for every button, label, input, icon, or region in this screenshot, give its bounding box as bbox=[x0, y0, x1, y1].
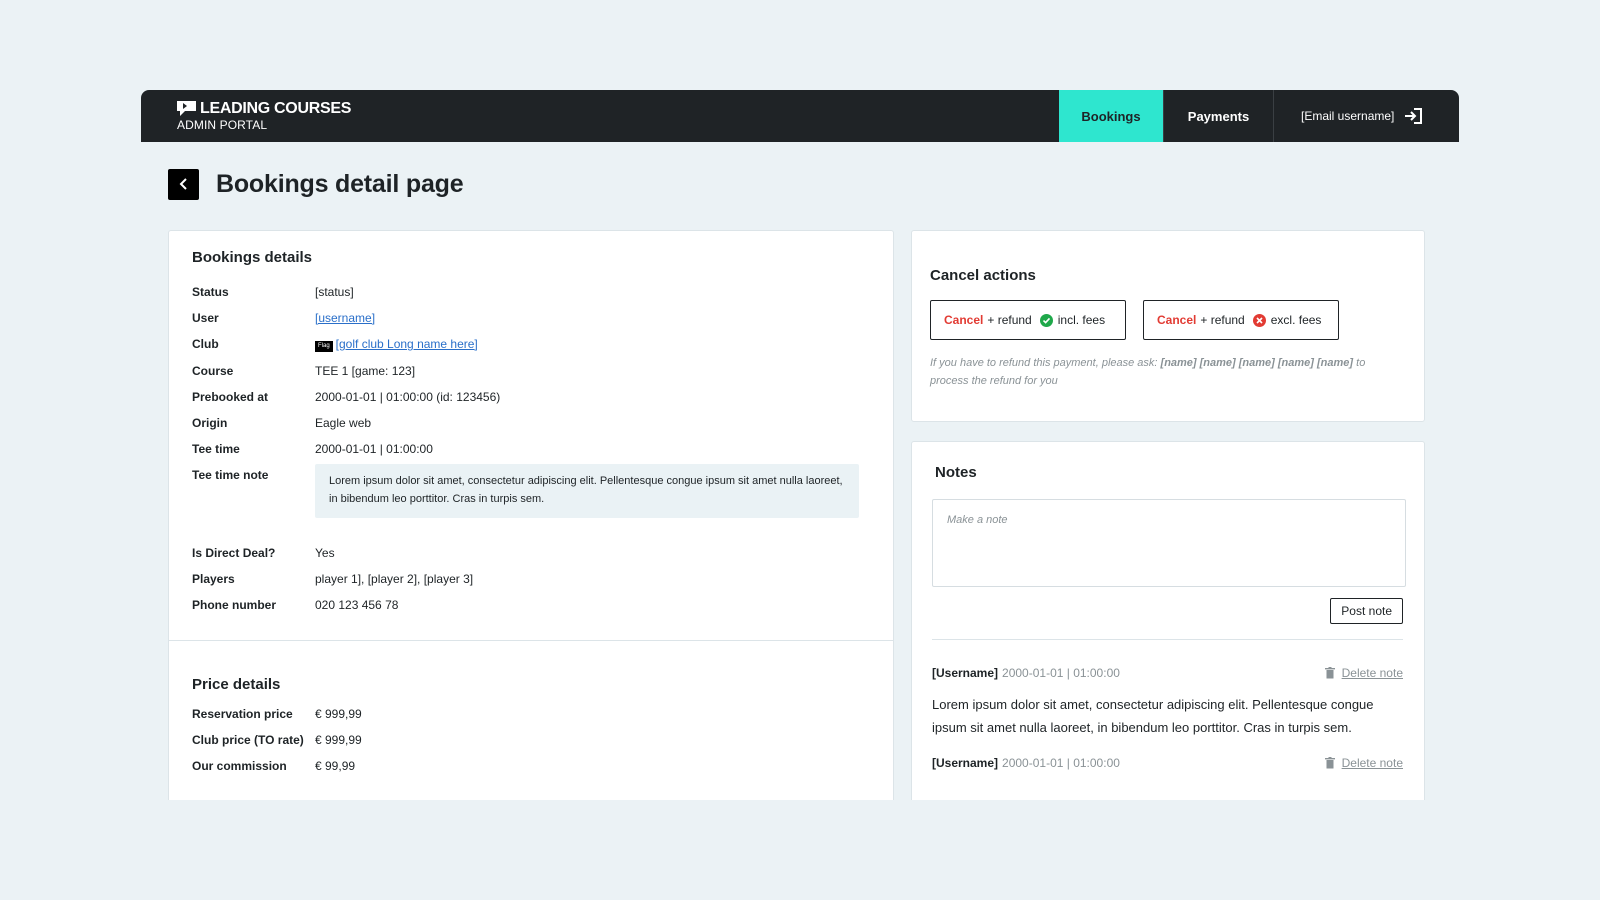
delete-note-label: Delete note bbox=[1341, 756, 1403, 770]
refund-word: + refund bbox=[987, 313, 1032, 327]
cancel-word: Cancel bbox=[1157, 313, 1197, 327]
note-item: [Username] 2000-01-01 | 01:00:00 Delete … bbox=[932, 756, 1403, 770]
cancel-actions-title: Cancel actions bbox=[930, 267, 1036, 284]
commission-value: € 99,99 bbox=[315, 759, 356, 773]
commission-label: Our commission bbox=[192, 759, 287, 773]
page-header: Bookings detail page bbox=[168, 168, 1459, 200]
delete-note-button[interactable]: Delete note bbox=[1324, 756, 1403, 770]
direct-deal-row: Is Direct Deal? Yes bbox=[192, 546, 870, 560]
note-author: [Username] bbox=[932, 756, 999, 770]
tee-note-box: Lorem ipsum dolor sit amet, consectetur … bbox=[315, 464, 859, 518]
cancel-refund-excl-fees-button[interactable]: Cancel + refund excl. fees bbox=[1143, 300, 1339, 340]
phone-row: Phone number 020 123 456 78 bbox=[192, 598, 870, 612]
fees-label: incl. fees bbox=[1057, 313, 1106, 327]
refund-hint: If you have to refund this payment, plea… bbox=[930, 354, 1406, 390]
tee-note-label: Tee time note bbox=[192, 468, 269, 482]
flag-logo-icon bbox=[177, 101, 196, 116]
note-body: Lorem ipsum dolor sit amet, consectetur … bbox=[932, 697, 1374, 735]
cancel-word: Cancel bbox=[944, 313, 984, 327]
top-navbar: LEADING COURSES ADMIN PORTAL Bookings Pa… bbox=[141, 90, 1459, 142]
reservation-price-row: Reservation price € 999,99 bbox=[192, 707, 870, 721]
price-details-title: Price details bbox=[192, 676, 281, 693]
phone-label: Phone number bbox=[192, 598, 277, 612]
prebooked-row: Prebooked at 2000-01-01 | 01:00:00 (id: … bbox=[192, 390, 870, 404]
status-label: Status bbox=[192, 285, 229, 299]
chevron-left-icon bbox=[179, 178, 187, 190]
check-circle-icon bbox=[1039, 313, 1053, 327]
tee-time-row: Tee time 2000-01-01 | 01:00:00 bbox=[192, 442, 870, 456]
page-title: Bookings detail page bbox=[216, 169, 464, 198]
flag-icon: Flag bbox=[315, 341, 333, 352]
commission-row: Our commission € 99,99 bbox=[192, 759, 870, 773]
booking-details-card: Bookings details Status [status] User [u… bbox=[168, 230, 894, 800]
trash-icon bbox=[1324, 667, 1335, 679]
logout-icon bbox=[1404, 108, 1423, 124]
brand-subtitle: ADMIN PORTAL bbox=[177, 118, 268, 132]
status-value: [status] bbox=[315, 285, 354, 299]
user-row: User [username] bbox=[192, 311, 870, 325]
club-price-value: € 999,99 bbox=[315, 733, 362, 747]
nav-payments-tab[interactable]: Payments bbox=[1163, 90, 1273, 142]
course-row: Course TEE 1 [game: 123] bbox=[192, 364, 870, 378]
fees-label: excl. fees bbox=[1270, 313, 1322, 327]
booking-details-title: Bookings details bbox=[192, 249, 313, 266]
admin-app: LEADING COURSES ADMIN PORTAL Bookings Pa… bbox=[141, 90, 1459, 800]
refund-hint-prefix: If you have to refund this payment, plea… bbox=[930, 357, 1158, 369]
players-label: Players bbox=[192, 572, 235, 586]
x-circle-icon bbox=[1252, 313, 1266, 327]
players-value: player 1], [player 2], [player 3] bbox=[315, 572, 474, 586]
course-label: Course bbox=[192, 364, 234, 378]
delete-note-button[interactable]: Delete note bbox=[1324, 666, 1403, 680]
origin-value: Eagle web bbox=[315, 416, 372, 430]
notes-divider bbox=[932, 639, 1403, 640]
nav-bookings-tab[interactable]: Bookings bbox=[1059, 90, 1163, 142]
club-row: Club Flag [golf club Long name here] bbox=[192, 337, 870, 352]
tee-time-value: 2000-01-01 | 01:00:00 bbox=[315, 442, 433, 456]
user-logout-button[interactable]: [Email username] bbox=[1273, 90, 1459, 142]
club-link[interactable]: [golf club Long name here] bbox=[336, 337, 478, 351]
reservation-price-value: € 999,99 bbox=[315, 707, 362, 721]
tee-note-row: Tee time note Lorem ipsum dolor sit amet… bbox=[192, 464, 870, 534]
user-link[interactable]: [username] bbox=[315, 311, 375, 325]
origin-row: Origin Eagle web bbox=[192, 416, 870, 430]
club-price-row: Club price (TO rate) € 999,99 bbox=[192, 733, 870, 747]
prebooked-value: 2000-01-01 | 01:00:00 (id: 123456) bbox=[315, 390, 501, 404]
direct-deal-value: Yes bbox=[315, 546, 335, 560]
back-button[interactable] bbox=[168, 168, 199, 200]
brand-name: LEADING COURSES bbox=[200, 100, 352, 117]
cancel-refund-incl-fees-button[interactable]: Cancel + refund incl. fees bbox=[930, 300, 1126, 340]
brand[interactable]: LEADING COURSES ADMIN PORTAL bbox=[141, 90, 1059, 142]
refund-word: + refund bbox=[1200, 313, 1245, 327]
phone-value: 020 123 456 78 bbox=[315, 598, 399, 612]
trash-icon bbox=[1324, 757, 1335, 769]
note-item: [Username] 2000-01-01 | 01:00:00 Delete … bbox=[932, 666, 1403, 739]
direct-deal-label: Is Direct Deal? bbox=[192, 546, 276, 560]
note-timestamp: 2000-01-01 | 01:00:00 bbox=[1002, 756, 1120, 770]
notes-card: Notes Post note [Username] 2000-01-01 | … bbox=[911, 441, 1425, 800]
note-input[interactable] bbox=[932, 499, 1406, 587]
cancel-actions-card: Cancel actions Cancel + refund incl. fee… bbox=[911, 230, 1425, 422]
refund-hint-names: [name] [name] [name] [name] [name] bbox=[1160, 357, 1354, 369]
user-email: [Email username] bbox=[1301, 109, 1395, 123]
course-value: TEE 1 [game: 123] bbox=[315, 364, 416, 378]
players-row: Players player 1], [player 2], [player 3… bbox=[192, 572, 870, 586]
origin-label: Origin bbox=[192, 416, 228, 430]
delete-note-label: Delete note bbox=[1341, 666, 1403, 680]
note-author: [Username] bbox=[932, 666, 999, 680]
club-price-label: Club price (TO rate) bbox=[192, 733, 304, 747]
prebooked-label: Prebooked at bbox=[192, 390, 269, 404]
note-timestamp: 2000-01-01 | 01:00:00 bbox=[1002, 666, 1120, 680]
club-label: Club bbox=[192, 337, 219, 351]
user-label: User bbox=[192, 311, 219, 325]
notes-title: Notes bbox=[935, 464, 977, 481]
status-row: Status [status] bbox=[192, 285, 870, 299]
tee-time-label: Tee time bbox=[192, 442, 240, 456]
post-note-button[interactable]: Post note bbox=[1330, 598, 1403, 624]
reservation-price-label: Reservation price bbox=[192, 707, 293, 721]
